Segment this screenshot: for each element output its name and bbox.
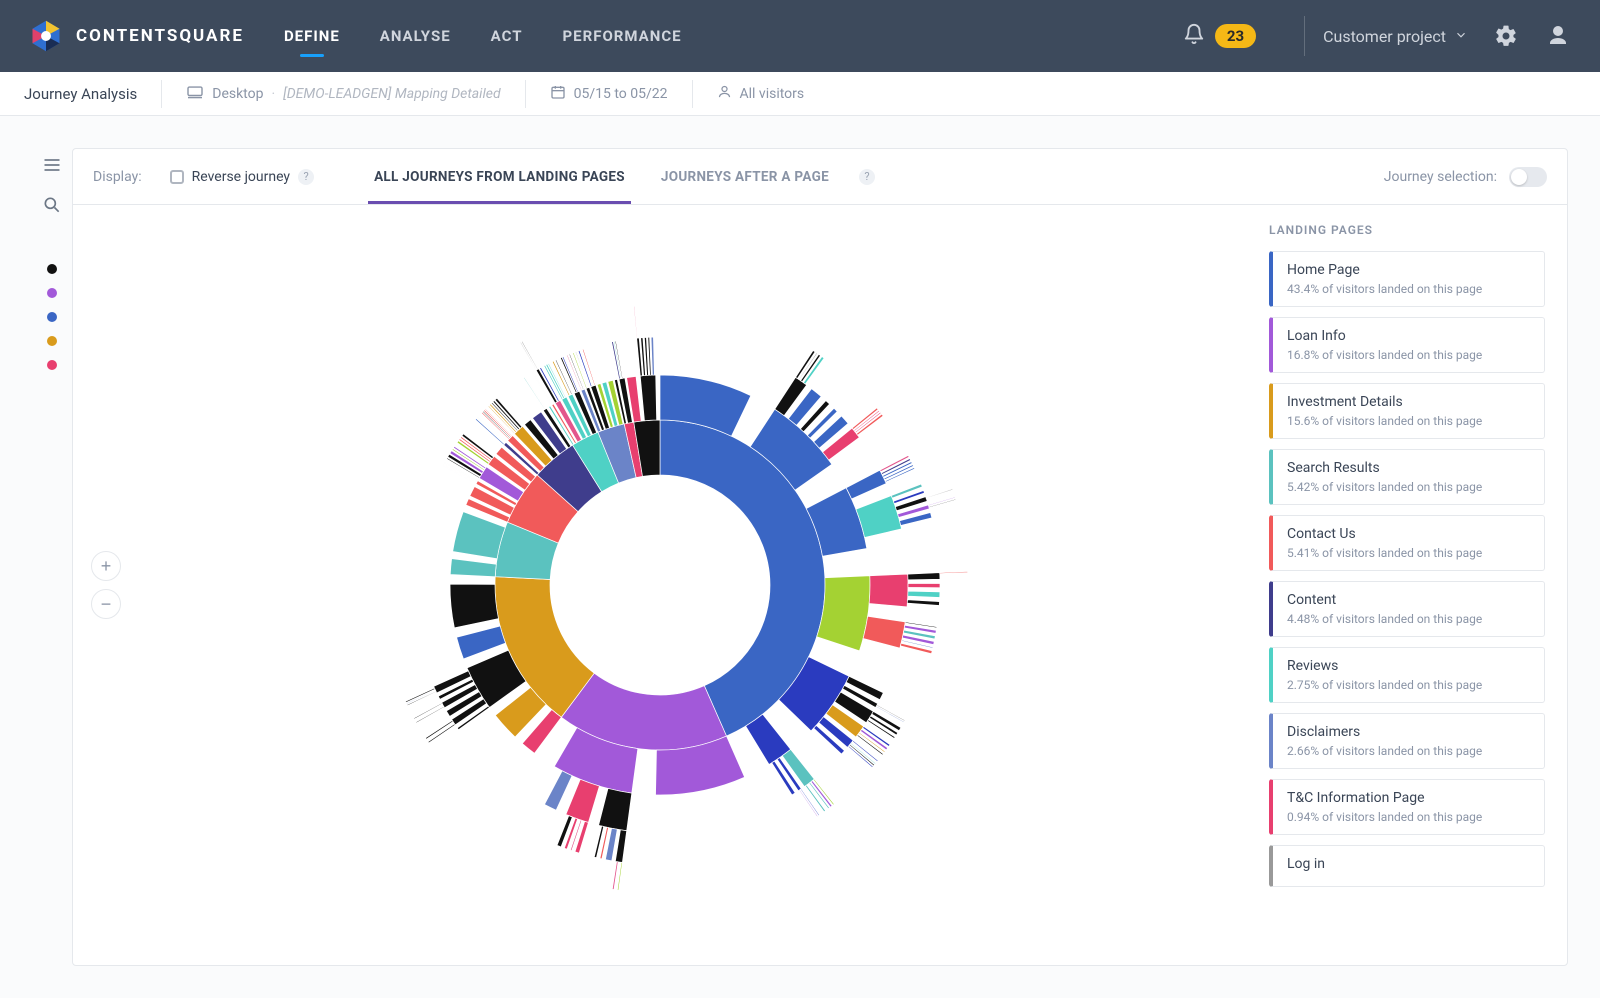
- landing-page-name: Home Page: [1287, 262, 1530, 278]
- landing-pages-panel: LANDING PAGES Home Page 43.4% of visitors…: [1247, 205, 1567, 965]
- segment-label: All visitors: [740, 86, 805, 102]
- date-filter[interactable]: 05/15 to 05/22: [550, 84, 668, 104]
- landing-page-card[interactable]: Home Page 43.4% of visitors landed on thi…: [1269, 251, 1545, 307]
- landing-page-subtext: 5.42% of visitors landed on this page: [1287, 480, 1530, 494]
- panel-tabs: Display: Reverse journey ? ALL JOURNEYS …: [73, 149, 1567, 205]
- landing-page-subtext: 15.6% of visitors landed on this page: [1287, 414, 1530, 428]
- journey-selection-toggle[interactable]: Journey selection:: [1384, 167, 1547, 187]
- reverse-journey-label: Reverse journey: [192, 169, 290, 185]
- panel-body: + − LANDING PAGES Home Page 43.4% of visi…: [73, 205, 1567, 965]
- landing-page-card[interactable]: Investment Details 15.6% of visitors land…: [1269, 383, 1545, 439]
- brand-name: CONTENTSQUARE: [76, 26, 244, 46]
- landing-pages-list: Home Page 43.4% of visitors landed on thi…: [1269, 251, 1545, 887]
- main: Display: Reverse journey ? ALL JOURNEYS …: [0, 116, 1600, 998]
- landing-page-name: Disclaimers: [1287, 724, 1530, 740]
- help-icon[interactable]: ?: [298, 169, 314, 185]
- context-bar: Journey Analysis Desktop · [DEMO-LEADGEN…: [0, 72, 1600, 116]
- desktop-icon: [186, 85, 204, 103]
- project-label: Customer project: [1323, 27, 1446, 46]
- nav-items: DEFINE ANALYSE ACT PERFORMANCE: [284, 3, 682, 69]
- landing-page-name: Content: [1287, 592, 1530, 608]
- landing-page-card[interactable]: Contact Us 5.41% of visitors landed on th…: [1269, 515, 1545, 571]
- zoom-controls: + −: [91, 551, 121, 619]
- bell-icon: [1183, 23, 1205, 49]
- nav-item-performance[interactable]: PERFORMANCE: [563, 3, 682, 69]
- menu-icon[interactable]: [41, 154, 63, 176]
- page-title: Journey Analysis: [24, 85, 137, 103]
- notification-count: 23: [1215, 24, 1256, 48]
- legend-dot[interactable]: [47, 312, 57, 322]
- chevron-down-icon: [1454, 27, 1468, 46]
- landing-page-name: Loan Info: [1287, 328, 1530, 344]
- landing-page-name: T&C Information Page: [1287, 790, 1530, 806]
- tab-all-journeys[interactable]: ALL JOURNEYS FROM LANDING PAGES: [368, 151, 631, 203]
- logo-icon: [28, 18, 64, 54]
- landing-page-card[interactable]: Content 4.48% of visitors landed on this …: [1269, 581, 1545, 637]
- top-nav: CONTENTSQUARE DEFINE ANALYSE ACT PERFORM…: [0, 0, 1600, 72]
- settings-button[interactable]: [1492, 22, 1520, 50]
- landing-page-subtext: 2.66% of visitors landed on this page: [1287, 744, 1530, 758]
- left-rail: [32, 148, 72, 966]
- landing-page-subtext: 0.94% of visitors landed on this page: [1287, 810, 1530, 824]
- landing-page-subtext: 5.41% of visitors landed on this page: [1287, 546, 1530, 560]
- nav-item-analyse[interactable]: ANALYSE: [380, 3, 451, 69]
- legend-dot[interactable]: [47, 336, 57, 346]
- mapping-label: [DEMO-LEADGEN] Mapping Detailed: [283, 86, 500, 102]
- sunburst-chart[interactable]: + −: [73, 205, 1247, 965]
- landing-page-card[interactable]: Disclaimers 2.66% of visitors landed on t…: [1269, 713, 1545, 769]
- checkbox-icon: [170, 170, 184, 184]
- nav-item-act[interactable]: ACT: [491, 3, 523, 69]
- nav-item-define[interactable]: DEFINE: [284, 3, 340, 69]
- landing-page-subtext: 4.48% of visitors landed on this page: [1287, 612, 1530, 626]
- landing-page-name: Log in: [1287, 856, 1530, 872]
- legend-dot[interactable]: [47, 360, 57, 370]
- journey-panel: Display: Reverse journey ? ALL JOURNEYS …: [72, 148, 1568, 966]
- legend-dot[interactable]: [47, 264, 57, 274]
- landing-pages-title: LANDING PAGES: [1269, 223, 1545, 237]
- landing-page-card[interactable]: Loan Info 16.8% of visitors landed on thi…: [1269, 317, 1545, 373]
- help-icon[interactable]: ?: [859, 169, 875, 185]
- landing-page-card[interactable]: Search Results 5.42% of visitors landed o…: [1269, 449, 1545, 505]
- tab-journeys-after[interactable]: JOURNEYS AFTER A PAGE: [655, 151, 835, 203]
- journey-selection-label: Journey selection:: [1384, 169, 1497, 185]
- brand: CONTENTSQUARE: [28, 18, 284, 54]
- divider: [1304, 16, 1305, 56]
- landing-page-subtext: 2.75% of visitors landed on this page: [1287, 678, 1530, 692]
- landing-page-name: Contact Us: [1287, 526, 1530, 542]
- display-label: Display:: [93, 169, 146, 185]
- landing-page-card[interactable]: T&C Information Page 0.94% of visitors la…: [1269, 779, 1545, 835]
- segment-filter[interactable]: All visitors: [717, 84, 805, 103]
- zoom-in-button[interactable]: +: [91, 551, 121, 581]
- date-range-label: 05/15 to 05/22: [574, 86, 668, 102]
- calendar-icon: [550, 84, 566, 104]
- legend: [47, 264, 57, 384]
- landing-page-name: Search Results: [1287, 460, 1530, 476]
- notifications-button[interactable]: 23: [1183, 23, 1256, 49]
- landing-page-subtext: 16.8% of visitors landed on this page: [1287, 348, 1530, 362]
- search-icon[interactable]: [41, 194, 63, 216]
- landing-page-card[interactable]: Reviews 2.75% of visitors landed on this …: [1269, 647, 1545, 703]
- sunburst-svg: [300, 225, 1020, 945]
- switch-icon[interactable]: [1509, 167, 1547, 187]
- landing-page-card[interactable]: Log in: [1269, 845, 1545, 887]
- device-filter[interactable]: Desktop · [DEMO-LEADGEN] Mapping Detaile…: [186, 85, 500, 103]
- user-button[interactable]: [1544, 22, 1572, 50]
- project-selector[interactable]: Customer project: [1323, 27, 1468, 46]
- landing-page-subtext: 43.4% of visitors landed on this page: [1287, 282, 1530, 296]
- landing-page-name: Reviews: [1287, 658, 1530, 674]
- reverse-journey-toggle[interactable]: Reverse journey ?: [170, 169, 314, 185]
- legend-dot[interactable]: [47, 288, 57, 298]
- zoom-out-button[interactable]: −: [91, 589, 121, 619]
- device-label: Desktop: [212, 86, 263, 102]
- landing-page-name: Investment Details: [1287, 394, 1530, 410]
- person-icon: [717, 84, 732, 103]
